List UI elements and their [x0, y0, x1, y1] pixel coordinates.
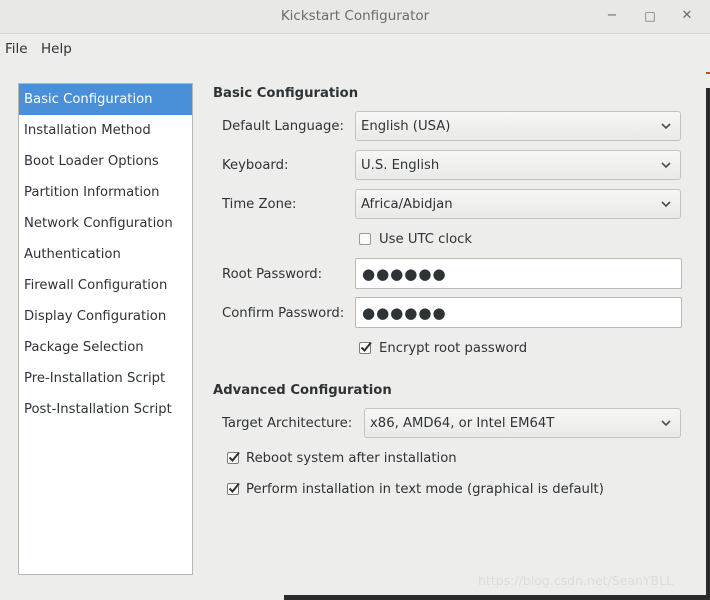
background-window-edge	[706, 88, 710, 598]
watermark-text: https://blog.csdn.net/SeanYBLL	[478, 573, 674, 588]
minimize-button[interactable]: −	[603, 7, 621, 25]
target-architecture-select[interactable]: x86, AMD64, or Intel EM64T	[364, 408, 681, 438]
confirm-password-label: Confirm Password:	[222, 306, 345, 321]
keyboard-select[interactable]: U.S. English	[355, 150, 681, 180]
maximize-button[interactable]: □	[641, 7, 659, 25]
text-mode-label[interactable]: Perform installation in text mode (graph…	[246, 482, 604, 497]
sidebar-item-post-installation-script[interactable]: Post-Installation Script	[19, 394, 192, 425]
root-password-field[interactable]: ●●●●●●	[355, 258, 682, 289]
sidebar-item-network-configuration[interactable]: Network Configuration	[19, 208, 192, 239]
background-window-edge	[706, 72, 710, 74]
checkmark-icon	[228, 482, 240, 493]
background-taskbar-edge	[284, 595, 710, 600]
text-mode-checkbox[interactable]	[227, 482, 240, 495]
utc-clock-label[interactable]: Use UTC clock	[379, 232, 472, 247]
default-language-value: English (USA)	[361, 119, 451, 134]
checkmark-icon	[360, 341, 372, 352]
menu-help[interactable]: Help	[41, 41, 72, 57]
sidebar-item-pre-installation-script[interactable]: Pre-Installation Script	[19, 363, 192, 394]
time-zone-value: Africa/Abidjan	[361, 197, 453, 212]
encrypt-password-checkbox[interactable]	[359, 341, 372, 354]
sidebar-item-basic-configuration[interactable]: Basic Configuration	[19, 84, 192, 115]
keyboard-value: U.S. English	[361, 158, 440, 173]
reboot-label[interactable]: Reboot system after installation	[246, 451, 457, 466]
chevron-down-icon	[661, 123, 671, 130]
title-bar: Kickstart Configurator − □ ✕	[0, 0, 710, 34]
close-button[interactable]: ✕	[678, 7, 696, 25]
target-architecture-value: x86, AMD64, or Intel EM64T	[370, 416, 555, 431]
sidebar-item-firewall-configuration[interactable]: Firewall Configuration	[19, 270, 192, 301]
root-password-label: Root Password:	[222, 267, 323, 282]
basic-config-heading: Basic Configuration	[213, 86, 359, 101]
confirm-password-value: ●●●●●●	[362, 304, 447, 322]
keyboard-label: Keyboard:	[222, 158, 289, 173]
chevron-down-icon	[661, 201, 671, 208]
advanced-config-heading: Advanced Configuration	[213, 383, 392, 398]
sidebar-item-boot-loader-options[interactable]: Boot Loader Options	[19, 146, 192, 177]
confirm-password-field[interactable]: ●●●●●●	[355, 297, 682, 328]
menu-bar: File Help	[0, 34, 710, 64]
chevron-down-icon	[661, 162, 671, 169]
sidebar-item-installation-method[interactable]: Installation Method	[19, 115, 192, 146]
target-architecture-label: Target Architecture:	[222, 416, 353, 431]
encrypt-password-label[interactable]: Encrypt root password	[379, 341, 527, 356]
chevron-down-icon	[661, 420, 671, 427]
time-zone-label: Time Zone:	[222, 197, 297, 212]
utc-clock-checkbox[interactable]	[359, 233, 371, 245]
reboot-checkbox[interactable]	[227, 451, 240, 464]
sidebar-item-package-selection[interactable]: Package Selection	[19, 332, 192, 363]
default-language-label: Default Language:	[222, 119, 344, 134]
time-zone-select[interactable]: Africa/Abidjan	[355, 189, 681, 219]
sidebar-item-partition-information[interactable]: Partition Information	[19, 177, 192, 208]
sidebar-item-authentication[interactable]: Authentication	[19, 239, 192, 270]
default-language-select[interactable]: English (USA)	[355, 111, 681, 141]
sidebar-item-display-configuration[interactable]: Display Configuration	[19, 301, 192, 332]
root-password-value: ●●●●●●	[362, 265, 447, 283]
menu-file[interactable]: File	[5, 41, 28, 57]
checkmark-icon	[228, 451, 240, 462]
sidebar-list: Basic Configuration Installation Method …	[18, 83, 193, 575]
